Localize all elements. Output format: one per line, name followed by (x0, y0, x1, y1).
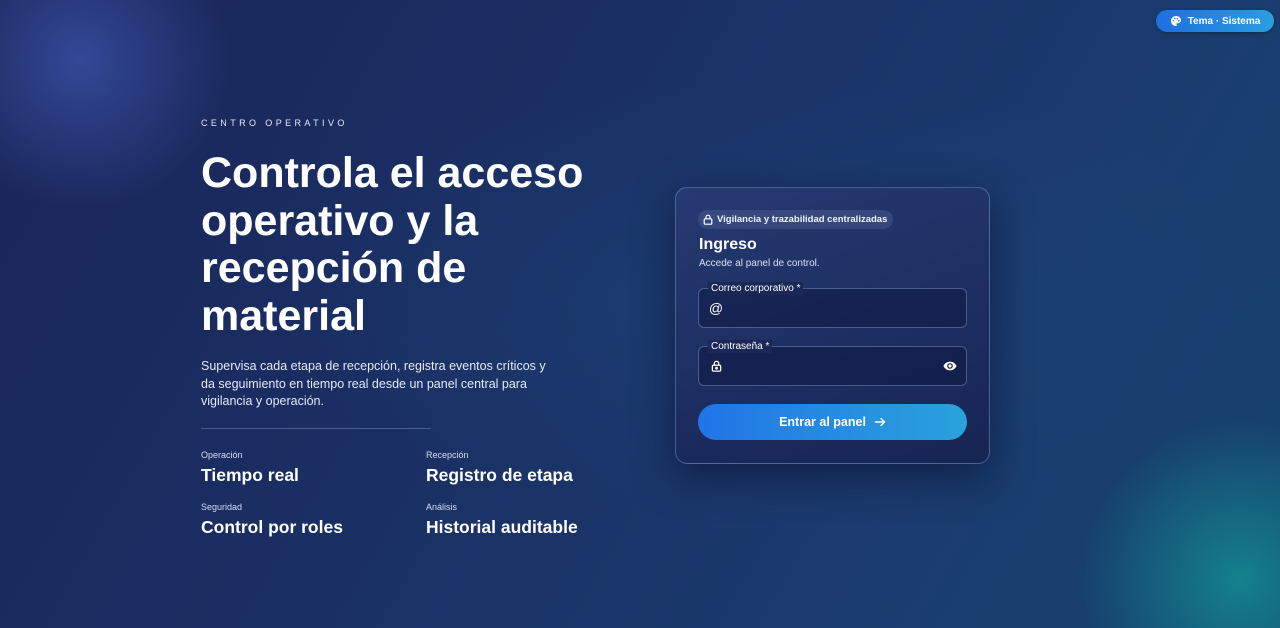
hero-divider (201, 428, 431, 429)
lock-icon (703, 214, 713, 225)
stat-recepcion: Recepción Registro de etapa (426, 450, 573, 486)
hero-headline: Controla el acceso operativo y la recepc… (201, 149, 584, 340)
palette-icon (1170, 16, 1181, 26)
stat-value: Tiempo real (201, 465, 299, 485)
stat-value: Control por roles (201, 517, 343, 537)
stat-label: Análisis (426, 502, 458, 512)
password-field[interactable]: Contraseña * (698, 340, 967, 386)
stat-label: Seguridad (201, 502, 243, 512)
login-subtitle: Accede al panel de control. (699, 258, 820, 269)
stat-label: Operación (201, 450, 243, 460)
hero-eyebrow: CENTRO OPERATIVO (201, 118, 348, 128)
theme-button-label: Tema · Sistema (1187, 15, 1261, 27)
stat-operacion: Operación Tiempo real (201, 450, 299, 486)
stat-analisis: Análisis Historial auditable (426, 502, 578, 538)
email-field[interactable]: Correo corporativo * @ (698, 282, 967, 328)
stat-label: Recepción (426, 450, 469, 460)
lock-icon (709, 359, 723, 373)
security-badge: Vigilancia y trazabilidad centralizadas (698, 210, 894, 229)
arrow-right-icon (874, 417, 886, 427)
email-input[interactable] (729, 297, 939, 319)
stat-value: Historial auditable (426, 517, 578, 537)
badge-label: Vigilancia y trazabilidad centralizadas (717, 214, 888, 225)
submit-label: Entrar al panel (779, 415, 866, 429)
theme-toggle-button[interactable]: Tema · Sistema (1156, 10, 1274, 32)
email-label: Correo corporativo * (708, 282, 804, 295)
hero-description: Supervisa cada etapa de recepción, regis… (201, 359, 546, 408)
eye-icon[interactable] (943, 360, 957, 372)
password-label: Contraseña * (708, 340, 773, 353)
login-card: Vigilancia y trazabilidad centralizadas … (675, 187, 990, 464)
stat-value: Registro de etapa (426, 465, 573, 485)
stat-seguridad: Seguridad Control por roles (201, 502, 343, 538)
submit-button[interactable]: Entrar al panel (698, 404, 967, 440)
login-title: Ingreso (699, 236, 757, 253)
at-sign-icon: @ (708, 300, 724, 316)
password-input[interactable] (729, 355, 939, 377)
